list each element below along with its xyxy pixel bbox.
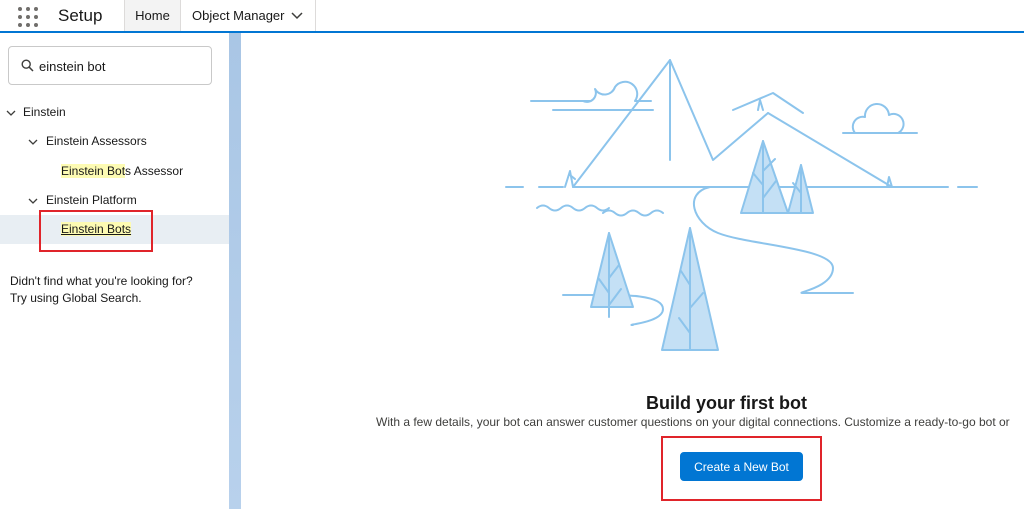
tree-item-label-rest: s Assessor	[125, 164, 184, 178]
sidebar-resize-handle[interactable]	[229, 33, 241, 509]
search-icon	[21, 59, 34, 72]
tree-item-einstein-assessors[interactable]: Einstein Assessors	[0, 127, 229, 156]
mountains-trees-river-illustration	[505, 59, 978, 351]
setup-sidebar: Einstein Einstein Assessors Einstein Bot…	[0, 33, 229, 509]
help-text-line: Try using Global Search.	[10, 291, 142, 305]
help-text-line: Didn't find what you're looking for?	[10, 274, 193, 288]
tab-object-manager-label: Object Manager	[192, 8, 285, 23]
quick-find-search[interactable]	[8, 46, 212, 85]
tab-object-manager[interactable]: Object Manager	[181, 0, 316, 31]
global-header: Setup Home Object Manager	[0, 0, 1024, 33]
tree-item-label: Einstein Bots Assessor	[61, 157, 183, 186]
tab-home[interactable]: Home	[124, 0, 181, 31]
app-title: Setup	[58, 6, 103, 25]
annotation-highlight-box	[39, 210, 153, 252]
quick-find-input[interactable]	[39, 56, 204, 76]
tree-item-label: Einstein	[23, 105, 66, 119]
app-launcher-grid-icon[interactable]	[17, 6, 39, 28]
empty-state-description: With a few details, your bot can answer …	[376, 415, 1010, 429]
chevron-down-icon[interactable]	[28, 196, 38, 206]
help-text: Didn't find what you're looking for? Try…	[10, 273, 225, 307]
tree-item-einstein-bots-assessor[interactable]: Einstein Bots Assessor	[0, 157, 229, 186]
chevron-down-icon[interactable]	[28, 137, 38, 147]
annotation-highlight-box	[661, 436, 822, 501]
tree-item-label: Einstein Assessors	[46, 134, 147, 148]
main-content: Build your first bot With a few details,…	[241, 33, 1024, 509]
empty-state-title: Build your first bot	[646, 393, 807, 413]
chevron-down-icon[interactable]	[6, 108, 16, 118]
tree-item-einstein[interactable]: Einstein	[0, 98, 229, 127]
search-match-highlight: Einstein Bot	[61, 164, 126, 178]
